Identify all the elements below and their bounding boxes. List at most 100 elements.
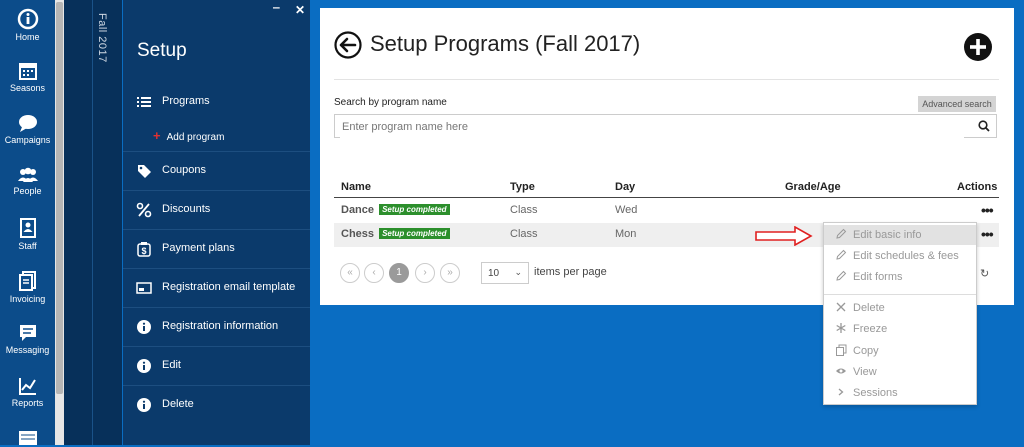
last-page-button[interactable]: » — [440, 263, 460, 283]
calendar-icon — [18, 63, 37, 80]
nav-scrollbar-thumb[interactable] — [56, 2, 63, 394]
panel-item-label: Registration information — [162, 320, 279, 332]
menu-edit-basic-info[interactable]: Edit basic info — [824, 225, 976, 245]
nav-more[interactable] — [0, 430, 55, 447]
svg-text:$: $ — [141, 246, 146, 256]
message-icon — [19, 325, 36, 341]
nav-home[interactable]: Home — [0, 8, 55, 42]
nav-messaging[interactable]: Messaging — [0, 323, 55, 355]
menu-divider — [824, 294, 976, 295]
add-program-label: Add program — [166, 132, 225, 143]
page-size-value: 10 — [488, 268, 500, 279]
row-actions-menu: Edit basic info Edit schedules & fees Ed… — [823, 222, 977, 405]
menu-freeze[interactable]: Freeze — [824, 319, 976, 339]
header-divider — [334, 197, 999, 198]
nav-reports[interactable]: Reports — [0, 376, 55, 408]
panel-item-label: Coupons — [162, 164, 207, 176]
menu-item-label: Delete — [853, 302, 885, 314]
main-nav-rail: Home Seasons Campaigns People Staff Invo… — [0, 0, 55, 445]
nav-people[interactable]: People — [0, 166, 55, 196]
eye-icon — [836, 368, 846, 374]
add-icon[interactable] — [963, 32, 993, 62]
panel-item-label: Discounts — [162, 203, 211, 215]
program-name-text: Dance — [341, 204, 375, 216]
panel-item-label: Programs — [162, 95, 210, 107]
season-label[interactable]: Fall 2017 — [96, 13, 108, 63]
menu-item-label: Edit schedules & fees — [853, 250, 959, 262]
program-type: Class — [510, 228, 538, 240]
panel-item-registration-email-template[interactable]: Registration email template — [123, 268, 310, 307]
info-icon — [137, 398, 151, 412]
dollar-icon: $ — [137, 242, 151, 257]
row-actions-button[interactable]: ••• — [981, 202, 994, 218]
search-icon[interactable] — [978, 120, 990, 132]
menu-item-label: Sessions — [853, 387, 898, 399]
chat-icon — [18, 115, 37, 132]
nav-invoicing-label: Invoicing — [9, 294, 46, 304]
page-size-select[interactable]: 10 ⌄ — [481, 262, 529, 284]
nav-messaging-label: Messaging — [5, 345, 50, 355]
menu-view[interactable]: View — [824, 362, 976, 382]
program-name[interactable]: Dance Setup completed — [341, 204, 450, 216]
next-page-button[interactable]: › — [415, 263, 435, 283]
menu-sessions[interactable]: Sessions — [824, 383, 976, 403]
close-button[interactable]: ✕ — [295, 3, 305, 17]
panel-item-discounts[interactable]: Discounts — [123, 190, 310, 229]
program-name-text: Chess — [341, 228, 375, 240]
nav-invoicing[interactable]: Invoicing — [0, 270, 55, 304]
red-arrow-annotation — [755, 226, 813, 246]
menu-edit-forms[interactable]: Edit forms — [824, 267, 976, 287]
copy-icon — [836, 344, 847, 356]
first-page-button[interactable]: « — [340, 263, 360, 283]
panel-item-coupons[interactable]: Coupons — [123, 151, 310, 190]
plus-icon: + — [153, 128, 161, 143]
home-icon — [17, 8, 38, 30]
search-box — [334, 114, 997, 138]
table-row[interactable]: Dance Setup completed Class Wed ••• — [334, 199, 999, 223]
column-header-type[interactable]: Type — [510, 181, 535, 193]
column-header-grade-age[interactable]: Grade/Age — [785, 181, 841, 193]
nav-campaigns[interactable]: Campaigns — [0, 113, 55, 145]
column-header-day[interactable]: Day — [615, 181, 635, 193]
advanced-search-button[interactable]: Advanced search — [918, 96, 996, 112]
chevron-right-icon — [838, 388, 844, 396]
back-arrow-icon[interactable] — [334, 31, 362, 59]
season-divider — [92, 0, 93, 445]
add-program-link[interactable]: + Add program — [153, 128, 224, 143]
search-input[interactable] — [340, 116, 964, 138]
program-name[interactable]: Chess Setup completed — [341, 228, 450, 240]
nav-seasons[interactable]: Seasons — [0, 61, 55, 93]
info-icon — [137, 320, 151, 334]
panel-item-payment-plans[interactable]: $ Payment plans — [123, 229, 310, 268]
panel-item-programs[interactable]: Programs — [123, 83, 310, 121]
panel-item-edit[interactable]: Edit — [123, 346, 310, 385]
current-page[interactable]: 1 — [389, 263, 409, 283]
refresh-icon[interactable]: ↻ — [980, 267, 989, 280]
menu-edit-schedules-fees[interactable]: Edit schedules & fees — [824, 246, 976, 266]
nav-reports-label: Reports — [11, 398, 44, 408]
menu-item-label: Edit basic info — [853, 229, 922, 241]
panel-item-label: Payment plans — [162, 242, 235, 254]
panel-item-delete[interactable]: Delete — [123, 385, 310, 424]
percent-icon — [136, 202, 152, 218]
menu-item-label: View — [853, 366, 877, 378]
panel-item-label: Registration email template — [162, 281, 296, 293]
title-divider — [334, 79, 999, 80]
nav-home-label: Home — [15, 32, 40, 42]
menu-delete[interactable]: Delete — [824, 298, 976, 318]
list-box-icon — [18, 431, 37, 445]
nav-staff-label: Staff — [18, 241, 37, 251]
pencil-icon — [836, 270, 847, 281]
nav-staff[interactable]: Staff — [0, 217, 55, 251]
info-icon — [137, 359, 151, 373]
panel-item-label: Delete — [162, 398, 194, 410]
pencil-icon — [836, 249, 847, 260]
prev-page-button[interactable]: ‹ — [364, 263, 384, 283]
panel-item-registration-information[interactable]: Registration information — [123, 307, 310, 346]
nav-seasons-label: Seasons — [9, 83, 46, 93]
minimize-button[interactable]: ‒ — [273, 0, 280, 14]
menu-copy[interactable]: Copy — [824, 341, 976, 361]
chart-icon — [18, 378, 36, 395]
column-header-name[interactable]: Name — [341, 181, 371, 193]
row-actions-button[interactable]: ••• — [981, 226, 994, 242]
